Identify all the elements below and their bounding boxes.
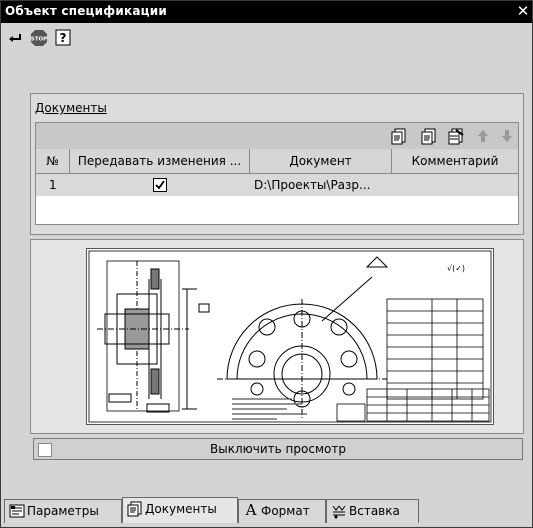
documents-label: Документы <box>35 101 107 115</box>
remove-document-icon[interactable] <box>420 127 438 145</box>
document-preview: √(✓) <box>30 239 524 434</box>
toggle-preview-label: Выключить просмотр <box>210 442 346 456</box>
tab-insert-label: Вставка <box>349 504 400 518</box>
table-row[interactable]: 1 D:\Проекты\Разр... <box>36 174 518 196</box>
move-up-icon[interactable] <box>474 127 492 145</box>
insert-icon <box>332 505 346 519</box>
row-number: 1 <box>49 178 57 192</box>
bottom-tabs: Параметры Документы A Формат Вставка <box>1 497 533 523</box>
toggle-preview-button[interactable]: Выключить просмотр <box>33 438 523 460</box>
help-icon-text: ? <box>60 31 67 45</box>
transfer-changes-checkbox[interactable] <box>153 178 167 192</box>
drawing-thumbnail: √(✓) <box>86 248 494 425</box>
tab-format-label: Формат <box>261 504 310 518</box>
table-header: № Передавать изменения ... Документ Комм… <box>36 149 518 174</box>
format-icon: A <box>245 501 257 519</box>
transfer-changes-cell <box>70 174 250 196</box>
tab-documents-label: Документы <box>145 502 217 516</box>
column-header-document[interactable]: Документ <box>250 149 392 173</box>
edit-document-icon[interactable] <box>447 127 465 145</box>
documents-panel: Документы № Передавать изменения ... Док… <box>30 93 524 235</box>
documents-grid: № Передавать изменения ... Документ Комм… <box>35 122 519 225</box>
enter-arrow-icon[interactable] <box>5 28 25 48</box>
move-down-icon[interactable] <box>498 127 516 145</box>
column-header-comment[interactable]: Комментарий <box>392 149 518 173</box>
specification-object-window: Объект спецификации ✕ STOP ? Документы №… <box>0 0 533 528</box>
documents-toolbar <box>36 123 518 150</box>
column-header-transfer-changes[interactable]: Передавать изменения ... <box>70 149 250 173</box>
svg-text:√(✓): √(✓) <box>447 264 465 273</box>
tab-documents[interactable]: Документы <box>122 497 238 523</box>
title-bar: Объект спецификации ✕ <box>1 1 532 23</box>
toggle-preview-checkbox[interactable] <box>38 443 52 457</box>
close-button[interactable]: ✕ <box>516 3 530 19</box>
stop-icon[interactable]: STOP <box>29 28 49 48</box>
add-document-icon[interactable] <box>390 127 408 145</box>
tab-insert[interactable]: Вставка <box>326 499 419 523</box>
tab-parameters[interactable]: Параметры <box>4 499 122 523</box>
tab-format[interactable]: A Формат <box>238 499 326 523</box>
document-path-cell[interactable]: D:\Проекты\Разр... <box>250 174 392 196</box>
stop-icon-text: STOP <box>31 37 47 43</box>
help-icon[interactable]: ? <box>53 28 73 48</box>
window-title: Объект спецификации <box>5 4 167 18</box>
tab-parameters-label: Параметры <box>27 504 99 518</box>
comment-cell[interactable] <box>392 174 518 196</box>
column-header-number[interactable]: № <box>36 149 70 173</box>
parameters-icon <box>9 504 25 518</box>
documents-icon <box>127 501 142 517</box>
